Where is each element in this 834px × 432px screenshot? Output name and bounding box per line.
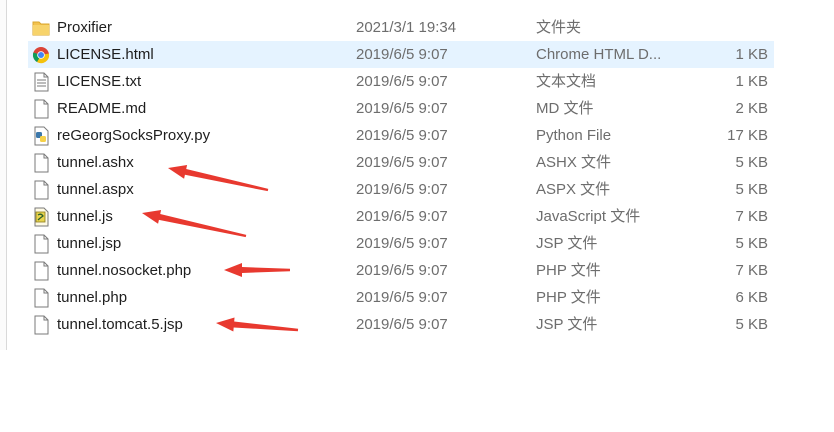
file-name: Proxifier [57,19,113,36]
file-type: 文本文档 [536,73,597,90]
file-name: tunnel.js [57,208,113,225]
file-type: 文件夹 [536,19,582,36]
file-date: 2021/3/1 19:34 [356,19,457,36]
list-item-license-txt[interactable]: LICENSE.txt 2019/6/5 9:07 文本文档 1 KB [28,68,774,95]
text-document-icon [32,72,50,92]
file-size: 6 KB [735,289,768,306]
file-date: 2019/6/5 9:07 [356,208,448,225]
file-type: Chrome HTML D... [536,46,662,63]
list-item-tunnel-nosocket-php[interactable]: tunnel.nosocket.php 2019/6/5 9:07 PHP 文件… [28,257,774,284]
file-date: 2019/6/5 9:07 [356,46,448,63]
file-size: 1 KB [735,73,768,90]
list-item-readme-md[interactable]: README.md 2019/6/5 9:07 MD 文件 2 KB [28,95,774,122]
file-type: PHP 文件 [536,262,601,279]
file-type: JSP 文件 [536,235,598,252]
file-name: tunnel.aspx [57,181,134,198]
file-size: 2 KB [735,100,768,117]
list-item-tunnel-js[interactable]: tunnel.js 2019/6/5 9:07 JavaScript 文件 7 … [28,203,774,230]
left-pane-edge [0,0,7,350]
file-name: reGeorgSocksProxy.py [57,127,211,144]
file-icon [32,99,50,119]
folder-icon [32,18,50,38]
file-date: 2019/6/5 9:07 [356,316,448,333]
file-type: PHP 文件 [536,289,601,306]
file-size: 5 KB [735,235,768,252]
file-date: 2019/6/5 9:07 [356,235,448,252]
file-type: JavaScript 文件 [536,208,641,225]
file-date: 2019/6/5 9:07 [356,73,448,90]
file-type: JSP 文件 [536,316,598,333]
file-size: 5 KB [735,154,768,171]
javascript-icon [32,207,50,227]
file-size: 17 KB [727,127,768,144]
chrome-icon [32,45,50,65]
list-item-regeorgsocksproxy-py[interactable]: reGeorgSocksProxy.py 2019/6/5 9:07 Pytho… [28,122,774,149]
file-name: tunnel.jsp [57,235,122,252]
list-item-tunnel-jsp[interactable]: tunnel.jsp 2019/6/5 9:07 JSP 文件 5 KB [28,230,774,257]
file-icon [32,234,50,254]
file-name: LICENSE.txt [57,73,142,90]
file-size: 5 KB [735,181,768,198]
file-type: ASHX 文件 [536,154,612,171]
file-name: tunnel.nosocket.php [57,262,192,279]
list-item-proxifier[interactable]: Proxifier 2021/3/1 19:34 文件夹 [28,14,774,41]
file-icon [32,153,50,173]
file-date: 2019/6/5 9:07 [356,127,448,144]
file-icon [32,261,50,281]
file-size: 1 KB [735,46,768,63]
file-icon [32,315,50,335]
file-size: 7 KB [735,262,768,279]
list-item-license-html[interactable]: LICENSE.html 2019/6/5 9:07 Chrome HTML D… [28,41,774,68]
file-size: 7 KB [735,208,768,225]
file-name: LICENSE.html [57,46,154,63]
python-icon [32,126,50,146]
file-list: Proxifier 2021/3/1 19:34 文件夹 LICENSE.htm… [28,14,774,338]
file-icon [32,180,50,200]
file-name: tunnel.ashx [57,154,134,171]
file-type: Python File [536,127,612,144]
list-item-tunnel-tomcat-5-jsp[interactable]: tunnel.tomcat.5.jsp 2019/6/5 9:07 JSP 文件… [28,311,774,338]
file-date: 2019/6/5 9:07 [356,154,448,171]
list-item-tunnel-ashx[interactable]: tunnel.ashx 2019/6/5 9:07 ASHX 文件 5 KB [28,149,774,176]
file-icon [32,288,50,308]
list-item-tunnel-php[interactable]: tunnel.php 2019/6/5 9:07 PHP 文件 6 KB [28,284,774,311]
file-date: 2019/6/5 9:07 [356,289,448,306]
file-name: tunnel.tomcat.5.jsp [57,316,183,333]
file-name: README.md [57,100,147,117]
file-type: ASPX 文件 [536,181,611,198]
list-item-tunnel-aspx[interactable]: tunnel.aspx 2019/6/5 9:07 ASPX 文件 5 KB [28,176,774,203]
file-date: 2019/6/5 9:07 [356,100,448,117]
file-size: 5 KB [735,316,768,333]
file-date: 2019/6/5 9:07 [356,262,448,279]
file-name: tunnel.php [57,289,128,306]
file-date: 2019/6/5 9:07 [356,181,448,198]
file-type: MD 文件 [536,100,594,117]
